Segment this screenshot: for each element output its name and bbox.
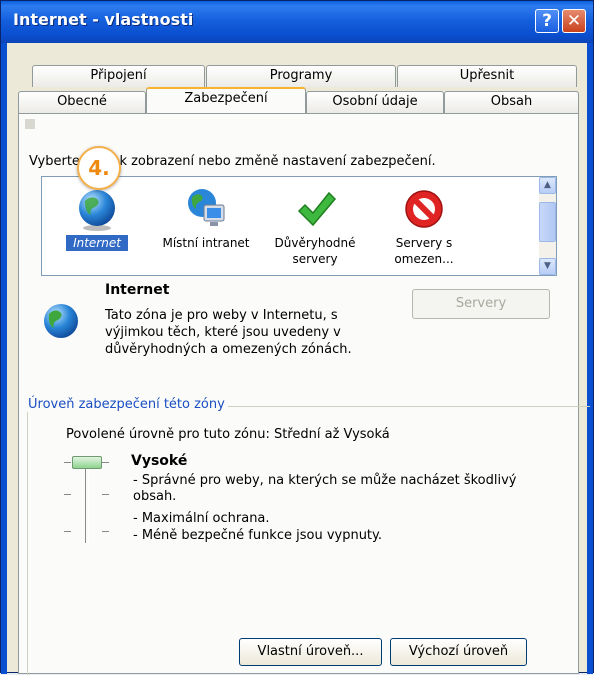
slider-tick	[102, 494, 109, 495]
security-slider-thumb[interactable]	[72, 456, 102, 469]
zone-list-scrollbar[interactable]: ▲ ▼	[539, 177, 556, 275]
zone-label: Důvěryhodné servery	[274, 236, 356, 266]
window-border-left	[1, 43, 7, 674]
security-slider-track[interactable]	[85, 463, 89, 543]
slider-tick	[64, 462, 71, 463]
tab-privacy[interactable]: Osobní údaje	[306, 91, 444, 113]
zone-description: Tato zóna je pro weby v Internetu, s výj…	[105, 308, 352, 357]
zone-label: Místní intranet	[162, 236, 250, 250]
intranet-icon	[188, 189, 225, 226]
scroll-down-button[interactable]: ▼	[539, 258, 556, 275]
tab-security[interactable]: Zabezpečení	[146, 87, 306, 113]
tab-connections[interactable]: Připojení	[32, 65, 205, 87]
help-button[interactable]: ?	[535, 9, 559, 33]
tab-programs[interactable]: Programy	[206, 65, 396, 87]
zone-label: Internet	[66, 235, 128, 251]
servers-button: Servery	[412, 289, 550, 319]
zone-globe-icon	[44, 304, 78, 338]
title-bar[interactable]: Internet - vlastnosti ? ✕	[1, 1, 593, 43]
globe-icon	[79, 190, 115, 231]
scroll-up-button[interactable]: ▲	[539, 177, 556, 194]
slider-tick	[102, 531, 109, 532]
slider-tick	[64, 494, 71, 495]
level-bullet: - Méně bezpečné funkce jsou vypnuty.	[133, 528, 383, 543]
tab-content[interactable]: Obsah	[444, 91, 579, 113]
tab-general[interactable]: Obecné	[18, 91, 146, 113]
checkmark-icon	[297, 191, 337, 227]
level-name: Vysoké	[131, 453, 188, 469]
level-bullet: - Správné pro weby, na kterých se může n…	[133, 473, 517, 504]
slider-tick	[102, 462, 109, 463]
scroll-thumb[interactable]	[539, 202, 556, 242]
tab-advanced[interactable]: Upřesnit	[397, 65, 577, 87]
allowed-levels-text: Povolené úrovně pro tuto zónu: Střední a…	[66, 427, 390, 442]
internet-options-dialog: Internet - vlastnosti ? ✕ Připojení Prog…	[0, 0, 594, 675]
zone-label: Servery s omezen...	[394, 236, 454, 266]
step-number-badge: 4.	[77, 146, 121, 190]
security-level-group-label: Úroveň zabezpečení této zóny	[25, 397, 228, 412]
zone-list[interactable]: Internet Místní intranet Důvěryhodné ser…	[41, 176, 557, 276]
slider-tick	[64, 531, 71, 532]
window-title: Internet - vlastnosti	[13, 10, 194, 29]
zone-title: Internet	[105, 282, 170, 298]
panel-focus-marker	[25, 119, 35, 129]
close-button[interactable]: ✕	[562, 9, 586, 33]
default-level-button[interactable]: Výchozí úroveň	[390, 638, 527, 666]
custom-level-button[interactable]: Vlastní úroveň...	[239, 638, 382, 666]
no-entry-icon	[405, 190, 443, 228]
level-bullet: - Maximální ochrana.	[133, 511, 270, 526]
